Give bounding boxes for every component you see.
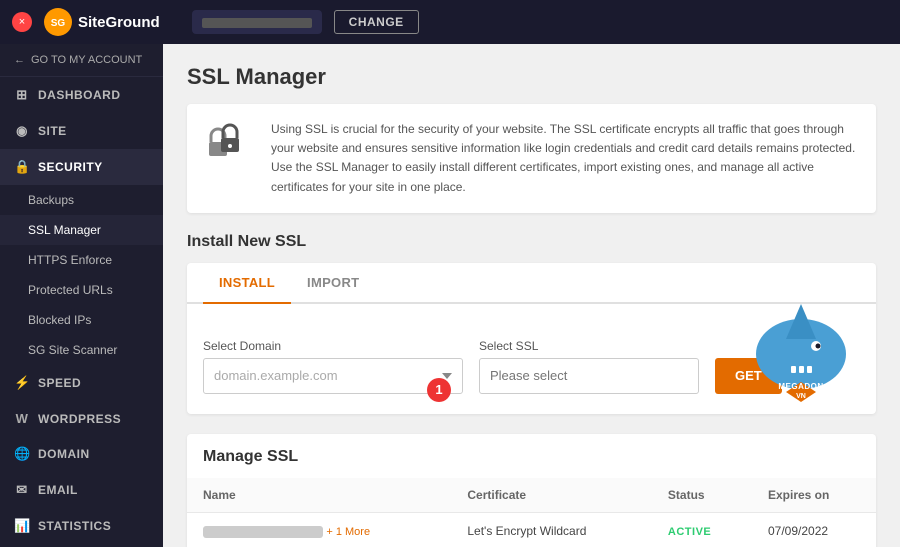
https-enforce-label: HTTPS Enforce	[28, 253, 112, 267]
statistics-icon: 📊	[14, 518, 30, 534]
sg-site-scanner-label: SG Site Scanner	[28, 343, 117, 357]
col-header-status: Status	[652, 478, 752, 513]
info-box: Using SSL is crucial for the security of…	[187, 104, 876, 213]
email-icon: ✉	[14, 482, 30, 498]
sidebar-sub-backups[interactable]: Backups	[0, 185, 163, 215]
domain-icon: 🌐	[14, 446, 30, 462]
tab-install[interactable]: INSTALL	[203, 263, 291, 304]
sidebar-item-label: SPEED	[38, 376, 81, 390]
cell-expires: 07/09/2022	[752, 512, 876, 547]
info-description: Using SSL is crucial for the security of…	[271, 120, 858, 197]
table-row: + 1 More Let's Encrypt Wildcard ACTIVE 0…	[187, 512, 876, 547]
sidebar-item-domain[interactable]: 🌐 DOMAIN	[0, 436, 163, 472]
col-header-certificate: Certificate	[451, 478, 652, 513]
go-to-account-label: GO TO MY ACCOUNT	[31, 54, 142, 66]
sidebar-item-label: EMAIL	[38, 483, 78, 497]
main-layout: ← GO TO MY ACCOUNT ⊞ DASHBOARD ◉ SITE 🔒 …	[0, 44, 900, 547]
backups-label: Backups	[28, 193, 74, 207]
tab-import[interactable]: IMPORT	[291, 263, 375, 304]
security-icon: 🔒	[14, 159, 30, 175]
tab-content-install: MEGADON VN Select Domain domain.example.…	[187, 304, 876, 414]
ssl-manager-label: SSL Manager	[28, 223, 101, 237]
sidebar-item-label: DOMAIN	[38, 447, 90, 461]
sidebar-item-label: STATISTICS	[38, 519, 111, 533]
close-button[interactable]: ×	[12, 12, 32, 32]
cell-certificate: Let's Encrypt Wildcard	[451, 512, 652, 547]
sidebar-sub-blocked-ips[interactable]: Blocked IPs	[0, 305, 163, 335]
ssl-lock-icon	[205, 120, 255, 179]
blocked-ips-label: Blocked IPs	[28, 313, 91, 327]
site-icon: ◉	[14, 123, 30, 139]
sidebar-item-label: DASHBOARD	[38, 88, 121, 102]
ssl-table: Name Certificate Status Expires on + 1 M…	[187, 478, 876, 547]
speed-icon: ⚡	[14, 375, 30, 391]
domain-select[interactable]: domain.example.com	[203, 358, 463, 394]
ssl-form-group: Select SSL	[479, 339, 699, 394]
step-badge-1: 1	[427, 378, 451, 402]
get-button[interactable]: GET	[715, 358, 782, 394]
main-content: SSL Manager Using SSL is crucial for the…	[163, 44, 900, 547]
sidebar-sub-ssl-manager[interactable]: SSL Manager	[0, 215, 163, 245]
svg-text:VN: VN	[796, 393, 806, 400]
sidebar-sub-https-enforce[interactable]: HTTPS Enforce	[0, 245, 163, 275]
domain-label: Select Domain	[203, 339, 463, 353]
manage-ssl-title: Manage SSL	[187, 434, 876, 466]
more-link[interactable]: + 1 More	[326, 526, 370, 538]
sidebar-item-label: SECURITY	[38, 160, 103, 174]
go-to-account-link[interactable]: ← GO TO MY ACCOUNT	[0, 44, 163, 77]
topbar: × SG SiteGround CHANGE	[0, 0, 900, 44]
logo-text: SiteGround	[78, 14, 160, 31]
install-ssl-card: INSTALL IMPORT	[187, 263, 876, 414]
install-section-title: Install New SSL	[187, 233, 876, 251]
arrow-left-icon: ←	[14, 54, 25, 66]
ssl-label: Select SSL	[479, 339, 699, 353]
sidebar-item-email[interactable]: ✉ EMAIL	[0, 472, 163, 508]
sidebar-item-site[interactable]: ◉ SITE	[0, 113, 163, 149]
page-title: SSL Manager	[187, 64, 876, 90]
sidebar-item-label: SITE	[38, 124, 67, 138]
col-header-name: Name	[187, 478, 451, 513]
sidebar-item-dashboard[interactable]: ⊞ DASHBOARD	[0, 77, 163, 113]
domain-form-group: Select Domain domain.example.com	[203, 339, 463, 394]
tabs-header: INSTALL IMPORT	[187, 263, 876, 304]
sidebar-sub-protected-urls[interactable]: Protected URLs	[0, 275, 163, 305]
sidebar-item-security[interactable]: 🔒 SECURITY	[0, 149, 163, 185]
manage-ssl-section: Manage SSL Name Certificate Status Expir…	[187, 434, 876, 547]
logo: SG SiteGround	[44, 8, 160, 36]
cell-name: + 1 More	[187, 512, 451, 547]
svg-text:SG: SG	[51, 18, 66, 29]
svg-text:MEGADON: MEGADON	[778, 382, 823, 391]
sidebar-item-statistics[interactable]: 📊 STATISTICS	[0, 508, 163, 544]
ssl-select[interactable]	[479, 358, 699, 394]
domain-display	[192, 10, 322, 34]
wordpress-icon: W	[14, 411, 30, 426]
cell-status: ACTIVE	[652, 512, 752, 547]
dashboard-icon: ⊞	[14, 87, 30, 103]
sidebar-item-speed[interactable]: ⚡ SPEED	[0, 365, 163, 401]
status-badge: ACTIVE	[668, 526, 711, 538]
protected-urls-label: Protected URLs	[28, 283, 113, 297]
sidebar-sub-sg-site-scanner[interactable]: SG Site Scanner	[0, 335, 163, 365]
change-button[interactable]: CHANGE	[334, 10, 419, 34]
logo-icon: SG	[44, 8, 72, 36]
sidebar-item-label: WORDPRESS	[38, 412, 121, 426]
sidebar-item-wordpress[interactable]: W WORDPRESS	[0, 401, 163, 436]
sidebar: ← GO TO MY ACCOUNT ⊞ DASHBOARD ◉ SITE 🔒 …	[0, 44, 163, 547]
col-header-expires: Expires on	[752, 478, 876, 513]
